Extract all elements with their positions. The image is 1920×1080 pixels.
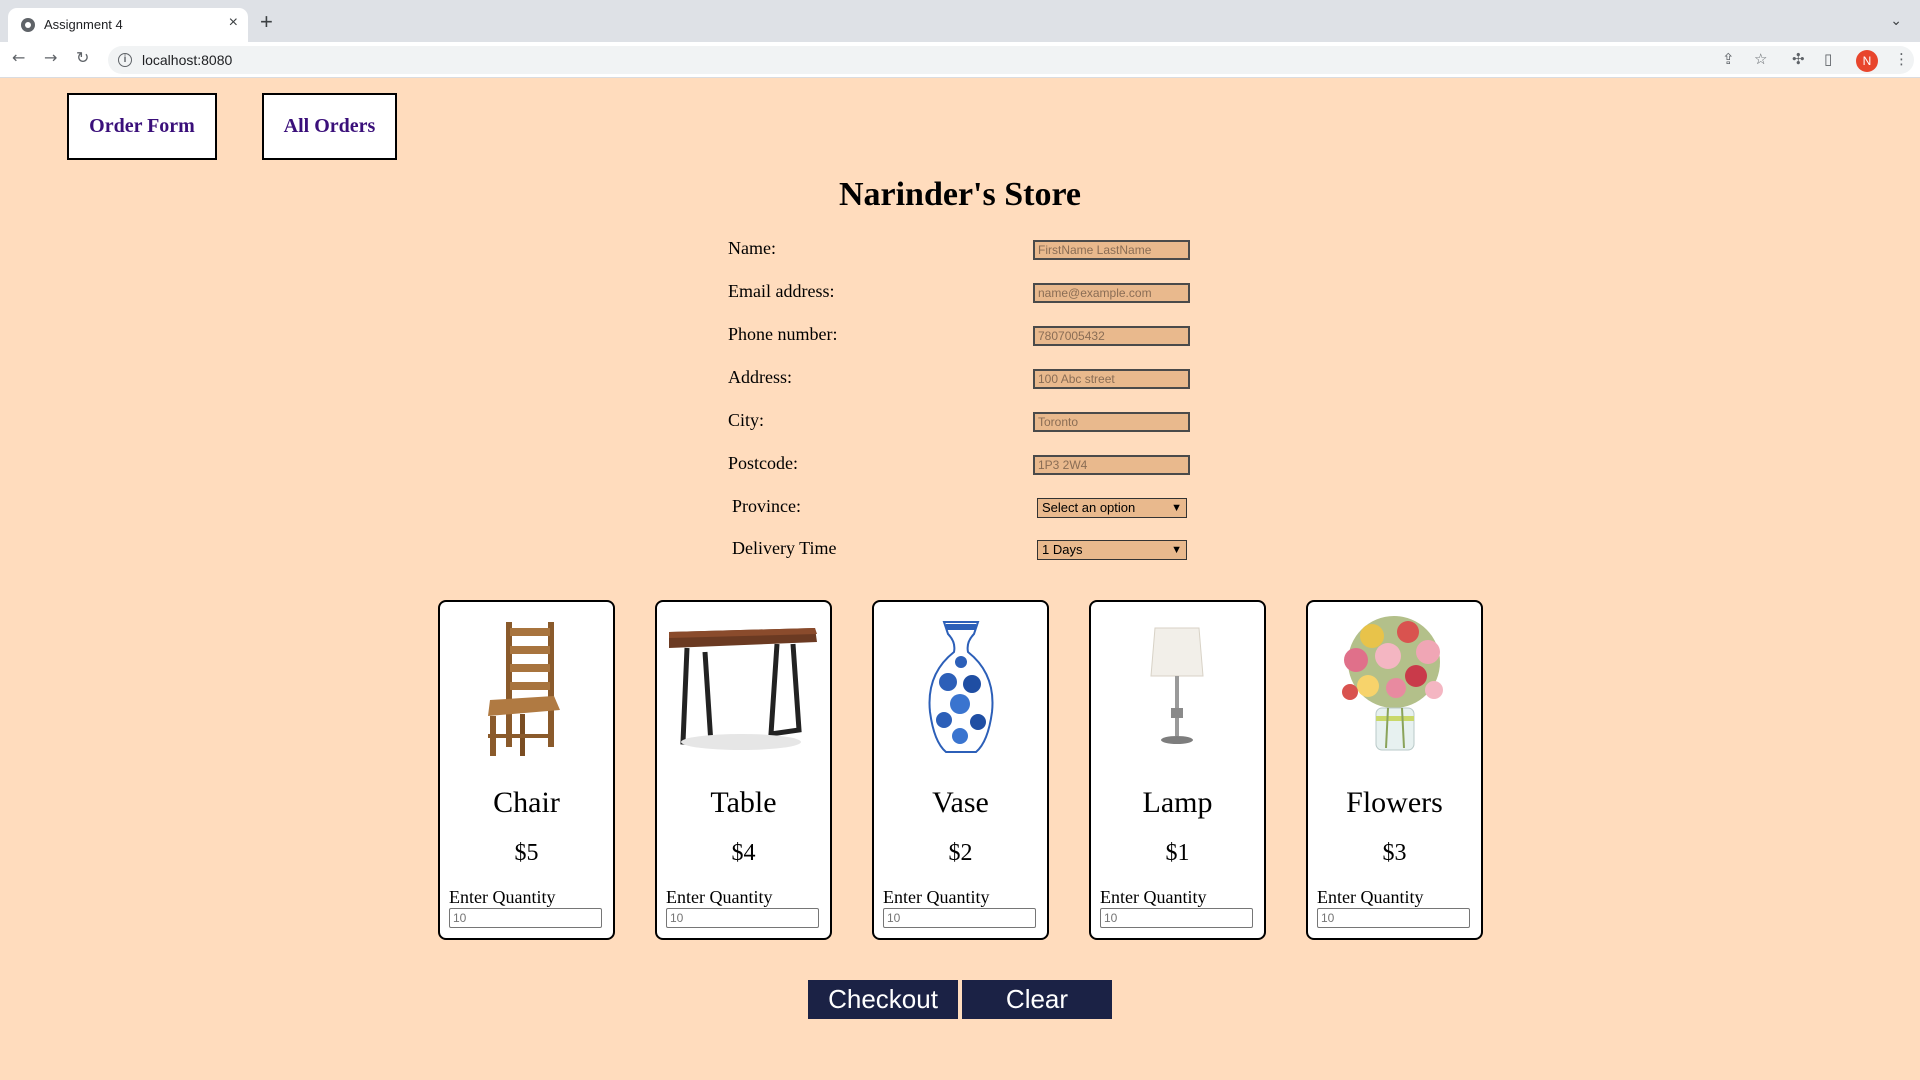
address-input[interactable] xyxy=(1033,369,1190,389)
close-tab-icon[interactable]: × xyxy=(229,14,238,32)
address-label: Address: xyxy=(728,367,792,387)
product-price: $2 xyxy=(948,840,973,866)
tab-title: Assignment 4 xyxy=(44,17,123,32)
new-tab-icon[interactable]: + xyxy=(260,9,273,35)
nav-order-form-link[interactable]: Order Form xyxy=(67,93,217,160)
name-label: Name: xyxy=(728,238,776,258)
back-arrow-icon[interactable]: ← xyxy=(12,48,25,67)
city-input[interactable] xyxy=(1033,412,1190,432)
quantity-label: Enter Quantity xyxy=(883,887,990,907)
site-info-icon[interactable]: i xyxy=(118,53,132,67)
postcode-input[interactable] xyxy=(1033,455,1190,475)
bookmark-star-icon[interactable]: ☆ xyxy=(1754,50,1767,68)
checkout-button[interactable]: Checkout xyxy=(808,980,958,1019)
browser-tab[interactable]: Assignment 4 × xyxy=(8,8,248,42)
phone-input[interactable] xyxy=(1033,326,1190,346)
product-card-lamp: Lamp $1 Enter Quantity xyxy=(1089,600,1266,940)
product-name: Lamp xyxy=(1142,786,1213,819)
flowers-quantity-input[interactable] xyxy=(1317,908,1470,928)
name-input[interactable] xyxy=(1033,240,1190,260)
page-title: Narinder's Store xyxy=(838,176,1082,213)
vase-image xyxy=(882,612,1039,762)
share-icon[interactable]: ⇪ xyxy=(1722,50,1735,68)
province-select[interactable]: Select an option ▼ xyxy=(1037,498,1187,518)
product-price: $4 xyxy=(731,840,756,866)
postcode-label: Postcode: xyxy=(728,453,798,473)
product-card-table: Table $4 Enter Quantity xyxy=(655,600,832,940)
product-price: $1 xyxy=(1165,840,1190,866)
clear-button[interactable]: Clear xyxy=(962,980,1112,1019)
product-price: $3 xyxy=(1382,840,1407,866)
quantity-label: Enter Quantity xyxy=(1100,887,1207,907)
nav-all-orders-link[interactable]: All Orders xyxy=(262,93,397,160)
flowers-image xyxy=(1316,612,1473,762)
chair-image xyxy=(448,612,605,762)
tab-search-chevron-icon[interactable]: ⌄ xyxy=(1890,12,1902,29)
province-label: Province: xyxy=(732,496,801,516)
chevron-down-icon: ▼ xyxy=(1171,544,1182,556)
lamp-image xyxy=(1099,612,1256,762)
delivery-time-selected-value: 1 Days xyxy=(1042,542,1083,557)
side-panel-icon[interactable]: ▯ xyxy=(1824,50,1832,68)
lamp-quantity-input[interactable] xyxy=(1100,908,1253,928)
province-selected-value: Select an option xyxy=(1042,500,1136,515)
email-label: Email address: xyxy=(728,281,835,301)
product-card-vase: Vase $2 Enter Quantity xyxy=(872,600,1049,940)
quantity-label: Enter Quantity xyxy=(1317,887,1424,907)
table-image xyxy=(665,612,822,762)
product-name: Flowers xyxy=(1346,786,1443,819)
phone-label: Phone number: xyxy=(728,324,838,344)
email-input[interactable] xyxy=(1033,283,1190,303)
product-card-flowers: Flowers $3 Enter Quantity xyxy=(1306,600,1483,940)
chevron-down-icon: ▼ xyxy=(1171,502,1182,514)
product-name: Vase xyxy=(932,786,989,819)
browser-toolbar: ← → ↻ i localhost:8080 xyxy=(0,42,1920,78)
url-text: localhost:8080 xyxy=(142,52,233,68)
reload-icon[interactable]: ↻ xyxy=(76,48,89,67)
profile-avatar[interactable]: N xyxy=(1856,50,1878,72)
vase-quantity-input[interactable] xyxy=(883,908,1036,928)
delivery-time-select[interactable]: 1 Days ▼ xyxy=(1037,540,1187,560)
product-name: Table xyxy=(710,786,777,819)
product-price: $5 xyxy=(514,840,539,866)
table-quantity-input[interactable] xyxy=(666,908,819,928)
quantity-label: Enter Quantity xyxy=(449,887,556,907)
product-card-chair: Chair $5 Enter Quantity xyxy=(438,600,615,940)
kebab-menu-icon[interactable]: ⋮ xyxy=(1894,50,1909,68)
address-bar[interactable]: i localhost:8080 xyxy=(108,46,1914,74)
forward-arrow-icon[interactable]: → xyxy=(44,48,57,67)
browser-tab-bar: Assignment 4 × + ⌄ xyxy=(0,0,1920,42)
chair-quantity-input[interactable] xyxy=(449,908,602,928)
product-name: Chair xyxy=(493,786,560,819)
quantity-label: Enter Quantity xyxy=(666,887,773,907)
delivery-time-label: Delivery Time xyxy=(732,538,837,558)
globe-icon xyxy=(21,18,35,32)
extensions-puzzle-icon[interactable]: ✣ xyxy=(1792,50,1805,68)
city-label: City: xyxy=(728,410,765,430)
